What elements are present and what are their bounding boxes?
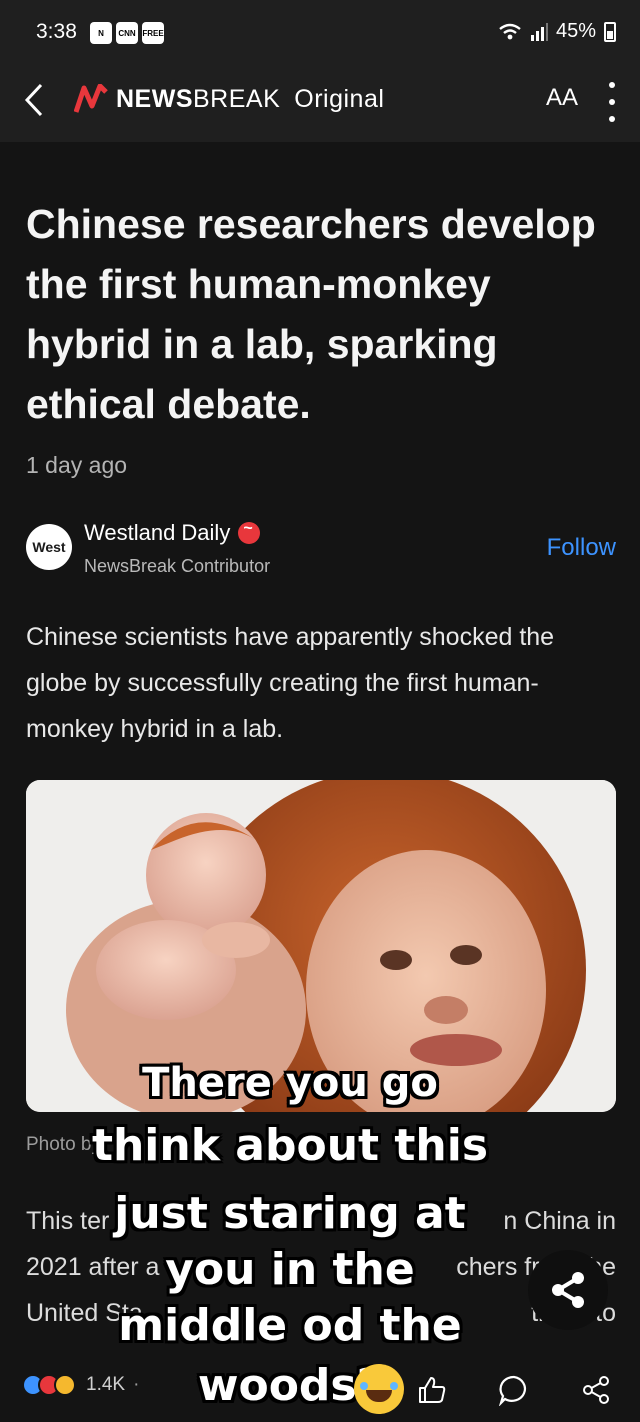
laughing-emoji-icon (354, 1364, 404, 1414)
status-bar: 3:38 N CNN FREE 45% (0, 0, 640, 64)
newsbreak-logo: NEWSBREAK Original (74, 84, 384, 114)
like-button[interactable] (412, 1370, 452, 1410)
app-bar: NEWSBREAK Original AA (0, 64, 640, 142)
notification-icons: N CNN FREE (90, 22, 164, 44)
battery-icon (604, 21, 616, 42)
bottom-action-bar: 1.4K · (0, 1362, 640, 1422)
article: Chinese researchers develop the first hu… (26, 142, 616, 1327)
text-size-button[interactable]: AA (546, 84, 578, 112)
meme-caption-line: you in the (165, 1244, 415, 1295)
back-button[interactable] (16, 78, 52, 122)
article-headline: Chinese researchers develop the first hu… (26, 201, 596, 427)
share-nodes-icon (583, 1376, 609, 1404)
wifi-icon (499, 23, 521, 39)
newsbreak-notification-icon: N (90, 22, 112, 44)
dot-icon (609, 116, 615, 122)
floating-share-button[interactable] (528, 1250, 608, 1330)
publish-time: 1 day ago (26, 452, 128, 478)
share-button[interactable] (576, 1370, 616, 1410)
author-name-text: Westland Daily (84, 520, 231, 545)
dot-icon (609, 82, 615, 88)
more-options-button[interactable] (602, 82, 622, 122)
signal-icon (530, 22, 548, 41)
author-role: NewsBreak Contributor (84, 556, 271, 576)
comment-icon (498, 1375, 526, 1406)
newsbreak-logo-icon (74, 84, 108, 113)
author-name[interactable]: Westland Daily (84, 520, 261, 546)
system-status: 45% (498, 20, 616, 43)
meme-caption-line: There you go (142, 1060, 438, 1106)
reaction-count: 1.4K (86, 1374, 126, 1395)
comment-button[interactable] (494, 1370, 534, 1410)
brand-news: NEWS (116, 84, 193, 113)
wow-reaction-icon (54, 1374, 76, 1396)
battery-percent: 45% (555, 20, 596, 42)
follow-button[interactable]: Follow (547, 534, 616, 562)
meme-caption-line: middle od the (118, 1300, 462, 1351)
thumbs-up-icon (419, 1377, 446, 1403)
verified-icon (238, 520, 261, 544)
article-intro: Chinese scientists have apparently shock… (26, 623, 555, 743)
meme-caption-line: just staring at (114, 1188, 466, 1239)
brand-original: Original (294, 84, 385, 113)
status-time: 3:38 (36, 20, 77, 43)
free-notification-icon: FREE (142, 22, 164, 44)
author-avatar[interactable]: West (26, 524, 72, 570)
brand-break: BREAK (193, 84, 281, 113)
dot-icon (609, 99, 615, 105)
meme-caption-line: think about this (91, 1120, 489, 1171)
chevron-left-icon (24, 83, 43, 117)
author-row: West Westland Daily NewsBreak Contributo… (26, 516, 616, 586)
cnn-notification-icon: CNN (116, 22, 138, 44)
reactions-summary[interactable]: 1.4K · (22, 1374, 147, 1396)
share-icon (552, 1272, 584, 1308)
separator: · (133, 1374, 140, 1395)
